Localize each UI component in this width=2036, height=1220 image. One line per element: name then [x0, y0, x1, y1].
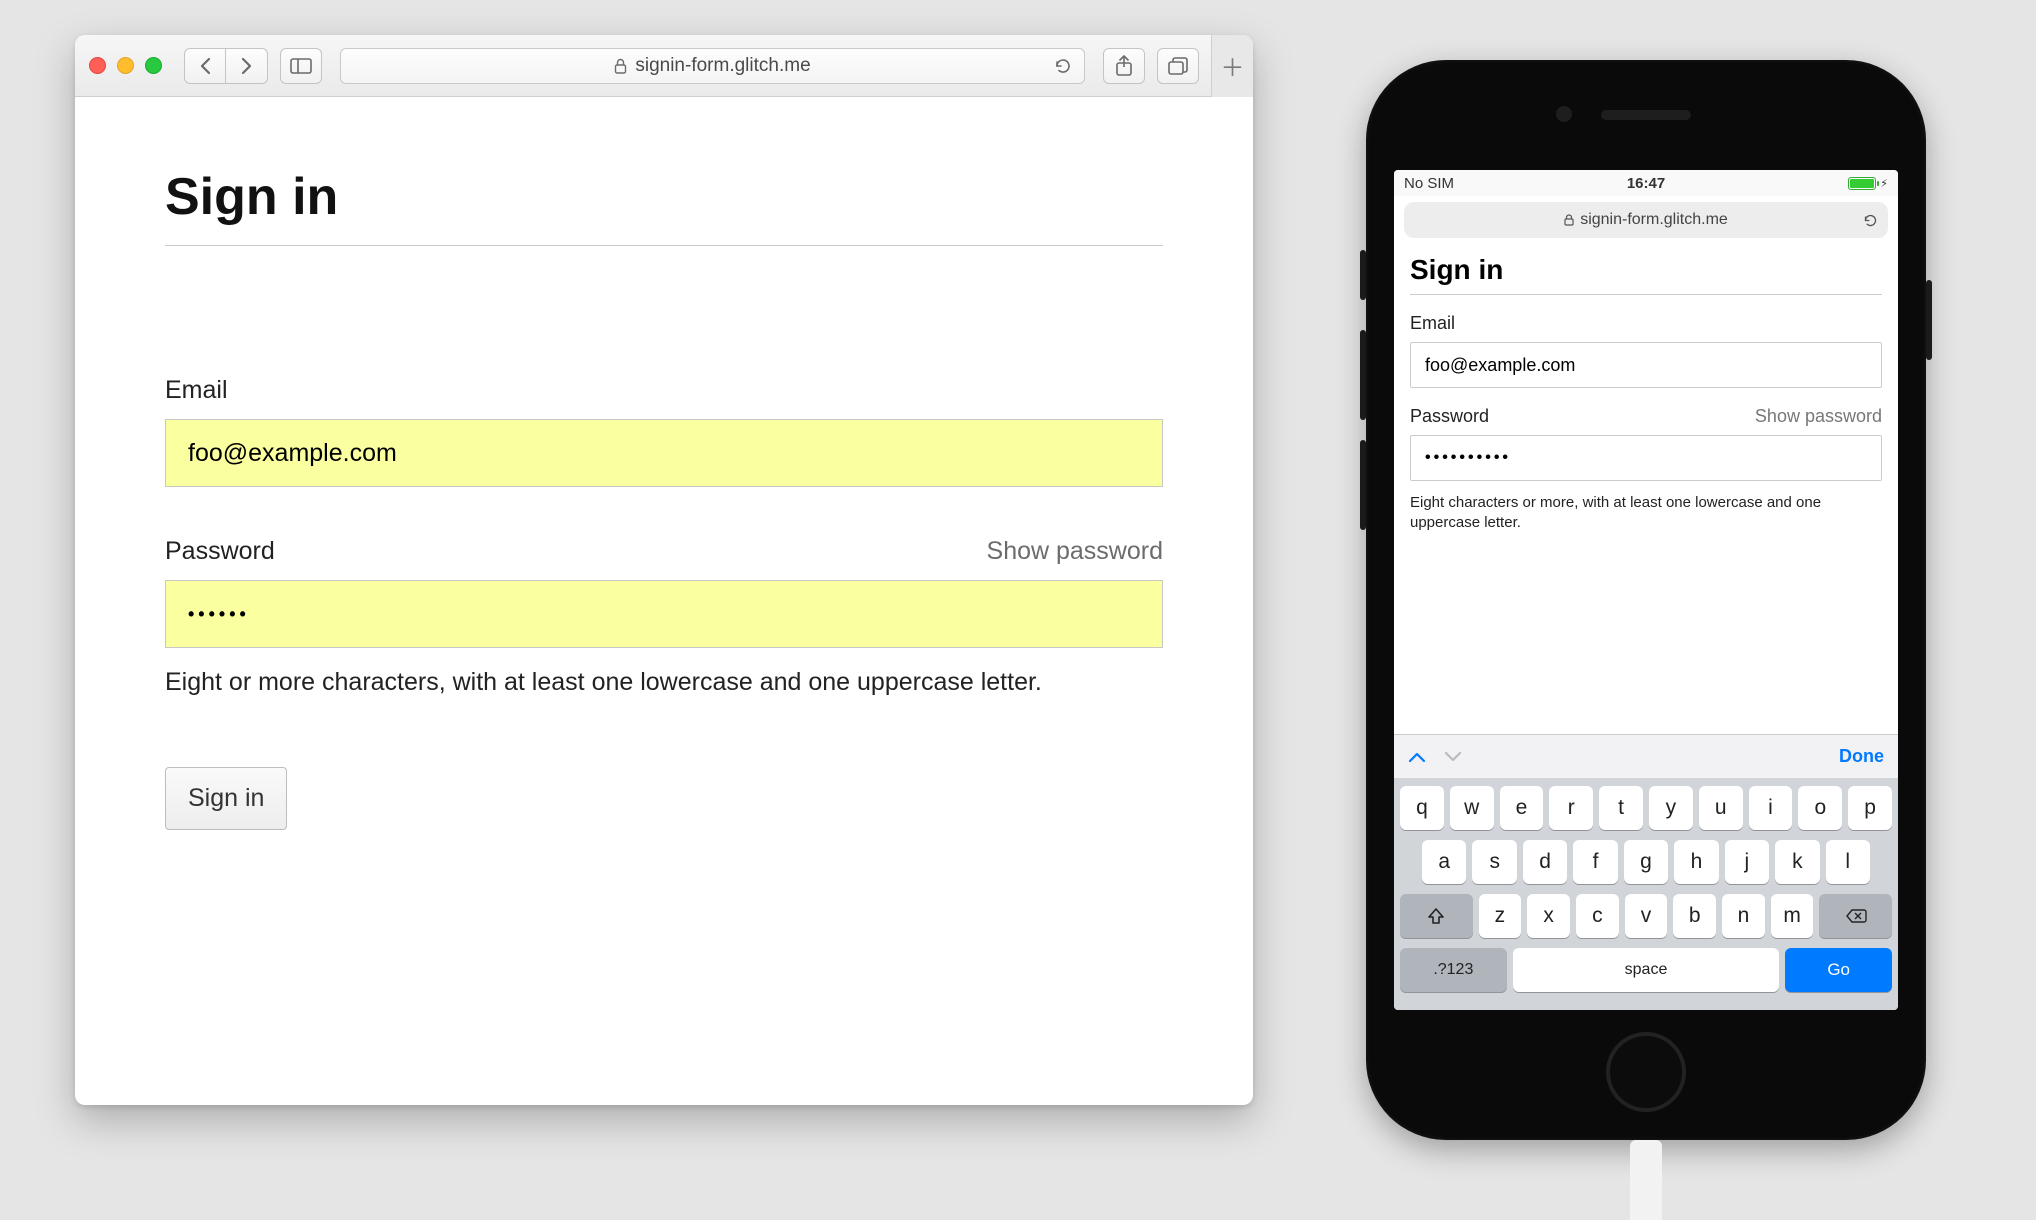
keyboard-row-2: asdfghjkl — [1400, 840, 1892, 884]
key-a[interactable]: a — [1422, 840, 1466, 884]
ios-email-field[interactable] — [1410, 342, 1882, 388]
maximize-window-button[interactable] — [145, 57, 162, 74]
ios-address-bar[interactable]: signin-form.glitch.me — [1404, 202, 1888, 238]
key-r[interactable]: r — [1549, 786, 1593, 830]
new-tab-button[interactable]: ＋ — [1211, 35, 1253, 97]
ios-password-hint: Eight characters or more, with at least … — [1410, 493, 1882, 534]
share-button[interactable] — [1103, 48, 1145, 84]
key-u[interactable]: u — [1699, 786, 1743, 830]
forward-button[interactable] — [226, 48, 268, 84]
key-f[interactable]: f — [1573, 840, 1617, 884]
key-y[interactable]: y — [1649, 786, 1693, 830]
password-hint: Eight or more characters, with at least … — [165, 668, 1163, 697]
numeric-key[interactable]: .?123 — [1400, 948, 1507, 992]
keyboard-row-4: .?123 space Go — [1400, 948, 1892, 992]
ios-url-text: signin-form.glitch.me — [1580, 211, 1728, 229]
email-label: Email — [165, 376, 1163, 405]
ios-show-password-toggle[interactable]: Show password — [1755, 406, 1882, 427]
carrier-text: No SIM — [1404, 175, 1454, 192]
key-p[interactable]: p — [1848, 786, 1892, 830]
signin-button[interactable]: Sign in — [165, 767, 287, 830]
password-field[interactable] — [165, 580, 1163, 648]
key-z[interactable]: z — [1479, 894, 1522, 938]
page-content: Sign in Email Password Show password Eig… — [75, 97, 1253, 1105]
ios-password-label: Password — [1410, 406, 1489, 427]
reload-button[interactable] — [1054, 57, 1072, 75]
key-m[interactable]: m — [1771, 894, 1814, 938]
key-j[interactable]: j — [1725, 840, 1769, 884]
url-text: signin-form.glitch.me — [635, 55, 810, 77]
lock-icon — [1564, 214, 1574, 226]
keyboard-row-1: qwertyuiop — [1400, 786, 1892, 830]
key-v[interactable]: v — [1625, 894, 1668, 938]
charging-icon: ⚡︎ — [1880, 177, 1888, 190]
key-b[interactable]: b — [1673, 894, 1716, 938]
key-q[interactable]: q — [1400, 786, 1444, 830]
backspace-key[interactable] — [1819, 894, 1892, 938]
sidebar-toggle-button[interactable] — [280, 48, 322, 84]
password-label: Password — [165, 537, 275, 566]
key-c[interactable]: c — [1576, 894, 1619, 938]
shift-key[interactable] — [1400, 894, 1473, 938]
key-e[interactable]: e — [1500, 786, 1544, 830]
window-controls — [89, 57, 162, 74]
tabs-button[interactable] — [1157, 48, 1199, 84]
keyboard-accessory-bar: Done — [1394, 734, 1898, 778]
iphone-cable — [1630, 1140, 1662, 1220]
key-w[interactable]: w — [1450, 786, 1494, 830]
form-next-button[interactable] — [1444, 751, 1462, 763]
iphone-speaker — [1601, 110, 1691, 120]
ios-page-content: Sign in Email Password Show password Eig… — [1394, 244, 1898, 734]
back-button[interactable] — [184, 48, 226, 84]
ios-reload-button[interactable] — [1863, 213, 1878, 228]
key-k[interactable]: k — [1775, 840, 1819, 884]
key-o[interactable]: o — [1798, 786, 1842, 830]
keyboard-row-3: zxcvbnm — [1400, 894, 1892, 938]
ios-password-field[interactable] — [1410, 435, 1882, 481]
show-password-toggle[interactable]: Show password — [987, 537, 1163, 566]
ios-status-bar: No SIM 16:47 ⚡︎ — [1394, 170, 1898, 196]
go-key[interactable]: Go — [1785, 948, 1892, 992]
battery-icon — [1848, 177, 1876, 190]
email-field[interactable] — [165, 419, 1163, 487]
address-bar[interactable]: signin-form.glitch.me — [340, 48, 1085, 84]
status-time: 16:47 — [1627, 175, 1665, 192]
safari-window: signin-form.glitch.me ＋ Sign in Email Pa… — [75, 35, 1253, 1105]
key-d[interactable]: d — [1523, 840, 1567, 884]
minimize-window-button[interactable] — [117, 57, 134, 74]
key-g[interactable]: g — [1624, 840, 1668, 884]
safari-toolbar: signin-form.glitch.me ＋ — [75, 35, 1253, 97]
form-prev-button[interactable] — [1408, 751, 1426, 763]
key-h[interactable]: h — [1674, 840, 1718, 884]
key-s[interactable]: s — [1472, 840, 1516, 884]
key-l[interactable]: l — [1826, 840, 1870, 884]
iphone-camera — [1556, 106, 1572, 122]
iphone-screen: No SIM 16:47 ⚡︎ signin-form.glitch.me Si… — [1394, 170, 1898, 1010]
ios-page-title: Sign in — [1410, 254, 1882, 295]
ios-keyboard: qwertyuiop asdfghjkl zxcvbnm .?123 space… — [1394, 778, 1898, 1010]
page-title: Sign in — [165, 167, 1163, 246]
space-key[interactable]: space — [1513, 948, 1780, 992]
keyboard-done-button[interactable]: Done — [1839, 746, 1884, 767]
key-i[interactable]: i — [1749, 786, 1793, 830]
lock-icon — [614, 58, 627, 74]
home-button[interactable] — [1606, 1032, 1686, 1112]
ios-email-label: Email — [1410, 313, 1882, 334]
iphone-device: No SIM 16:47 ⚡︎ signin-form.glitch.me Si… — [1366, 60, 1926, 1140]
close-window-button[interactable] — [89, 57, 106, 74]
key-x[interactable]: x — [1527, 894, 1570, 938]
key-t[interactable]: t — [1599, 786, 1643, 830]
key-n[interactable]: n — [1722, 894, 1765, 938]
